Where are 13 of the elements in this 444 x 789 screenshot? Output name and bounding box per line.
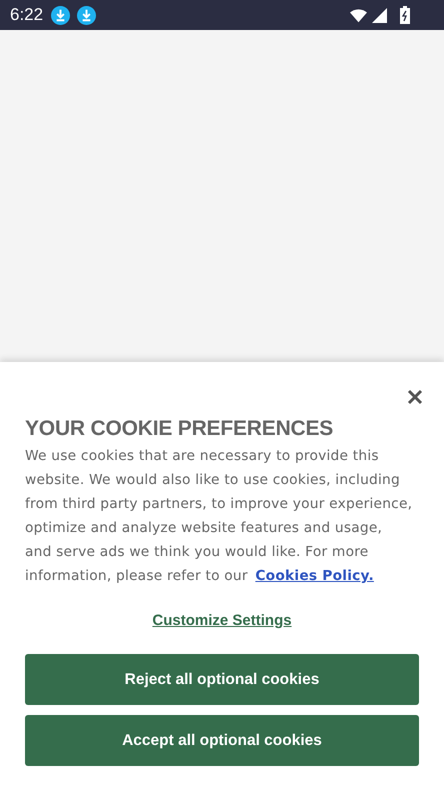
battery-icon bbox=[400, 6, 410, 24]
cookie-choice-button[interactable]: Accept all optional cookies bbox=[25, 715, 419, 766]
clock-time: 6:22 bbox=[10, 5, 44, 25]
close-icon[interactable] bbox=[407, 389, 423, 405]
signal-icon bbox=[371, 8, 388, 22]
wifi-icon bbox=[350, 8, 367, 22]
cookies-policy-link[interactable]: Cookies Policy. bbox=[255, 568, 374, 584]
panel-title: YOUR COOKIE PREFERENCES bbox=[25, 417, 334, 441]
download-icon bbox=[51, 6, 70, 24]
download-icon bbox=[77, 6, 96, 24]
cookie-description: We use cookies that are necessary to provide this website. We would also like to use cookies, including from third party partners, to improve your experience, optimize and analyze website features and usage, and serve ads we think you would like. For more information, please refer to our Cookies Policy. bbox=[25, 447, 414, 586]
cookie-choice-button[interactable]: Reject all optional cookies bbox=[25, 654, 419, 705]
customize-settings-link[interactable]: Customize Settings bbox=[152, 612, 292, 629]
